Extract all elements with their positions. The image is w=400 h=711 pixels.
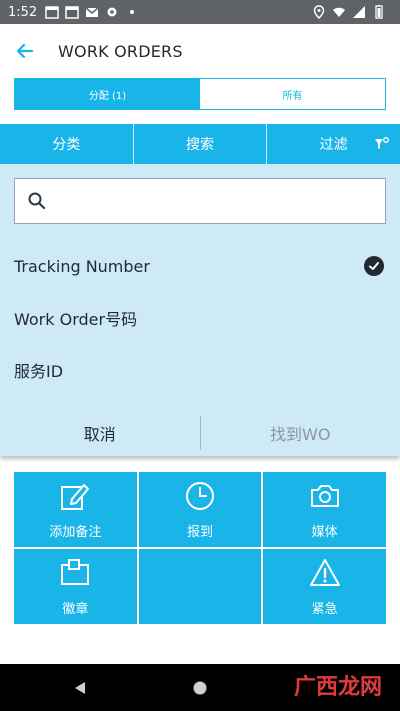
option-label: 服务ID: [14, 362, 64, 381]
segment-all[interactable]: 所有: [200, 79, 385, 109]
tile-label: 添加备注: [49, 525, 102, 540]
add-note-tile[interactable]: 添加备注: [14, 472, 137, 547]
arrow-left-icon: [16, 43, 34, 59]
filter-button[interactable]: 过滤: [267, 124, 400, 164]
triangle-back-icon: [75, 681, 85, 694]
option-tracking-number[interactable]: Tracking Number: [14, 246, 386, 286]
check-in-tile[interactable]: 报到: [138, 472, 262, 547]
filter-label: 过滤: [319, 137, 348, 153]
find-wo-button[interactable]: 找到WO: [201, 416, 400, 450]
battery-icon: [372, 5, 386, 19]
filter-icon: [375, 137, 390, 149]
tile-label: 报到: [186, 525, 213, 540]
edit-note-icon: [61, 484, 90, 510]
nav-home-button[interactable]: [140, 680, 260, 696]
circle-home-icon: [193, 681, 207, 694]
search-panel-actions: 取消 找到WO: [0, 416, 400, 450]
status-bar: 1:52: [0, 0, 400, 24]
check-icon: [364, 256, 384, 276]
search-button[interactable]: 搜索: [134, 124, 268, 164]
back-button[interactable]: [0, 24, 50, 78]
tile-label: 徽章: [62, 602, 89, 617]
action-toolbar: 分类 搜索 过滤: [0, 124, 400, 164]
badge-icon: [61, 559, 90, 585]
page-title: WORK ORDERS: [58, 41, 183, 61]
tile-label: 紧急: [311, 602, 338, 617]
option-work-order-number[interactable]: Work Order号码: [14, 298, 386, 338]
urgent-tile[interactable]: 紧急: [263, 549, 386, 624]
tile-label: 媒体: [311, 525, 338, 540]
option-service-id[interactable]: 服务ID: [14, 350, 386, 390]
settings-gear-icon: [105, 5, 119, 19]
empty-tile: [138, 549, 262, 624]
search-icon: [15, 191, 59, 211]
action-grid: 添加备注 报到 媒体 徽章 紧急: [14, 472, 386, 624]
assignment-segmented-control: 分配 (1) 所有: [14, 78, 386, 110]
calendar-icon: [45, 5, 59, 19]
media-tile[interactable]: 媒体: [263, 472, 386, 547]
camera-icon: [310, 485, 339, 507]
notification-dot-icon: [125, 5, 139, 19]
search-panel: Tracking Number Work Order号码 服务ID 取消 找到W…: [0, 164, 400, 456]
watermark-logo: 广西龙网: [293, 674, 382, 700]
nav-back-button[interactable]: [20, 680, 140, 696]
segment-assigned[interactable]: 分配 (1): [15, 79, 200, 109]
status-time: 1:52: [8, 4, 38, 20]
wifi-icon: [332, 5, 346, 19]
option-label: Tracking Number: [14, 256, 150, 276]
calendar-icon-2: [65, 5, 79, 19]
gmail-icon: [85, 5, 99, 19]
app-bar: WORK ORDERS: [0, 24, 400, 78]
cancel-button[interactable]: 取消: [0, 416, 201, 450]
option-label: Work Order号码: [14, 310, 138, 329]
badge-tile[interactable]: 徽章: [14, 549, 137, 624]
search-input[interactable]: [59, 179, 385, 223]
sort-button[interactable]: 分类: [0, 124, 134, 164]
location-icon: [312, 5, 326, 19]
clock-icon: [185, 482, 214, 510]
signal-icon: [352, 5, 366, 19]
search-field: [14, 178, 386, 224]
warning-icon: [309, 559, 340, 586]
